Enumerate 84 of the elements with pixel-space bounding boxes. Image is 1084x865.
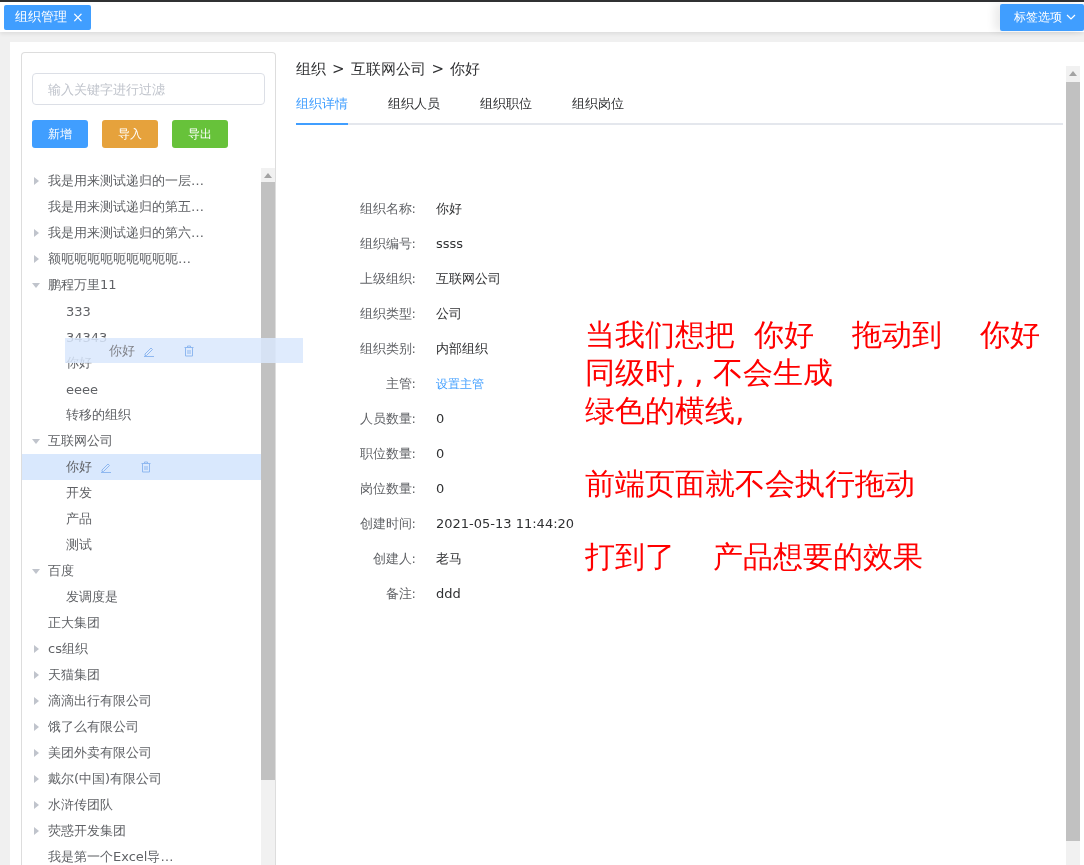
tree-item[interactable]: 我是用来测试递归的第五… <box>22 194 261 220</box>
caret-icon[interactable] <box>32 827 40 835</box>
tree-item[interactable]: 你好 <box>22 454 261 480</box>
delete-icon[interactable] <box>183 344 195 357</box>
field-label: 组织名称: <box>358 200 416 218</box>
caret-icon[interactable] <box>32 229 40 237</box>
tree-item[interactable]: 水浒传团队 <box>22 792 261 818</box>
scroll-up-icon[interactable] <box>1069 70 1077 76</box>
tree-item[interactable]: 我是第一个Excel导… <box>22 844 261 865</box>
field-label: 备注: <box>384 585 416 603</box>
tree-item[interactable]: 产品 <box>22 506 261 532</box>
field-value: 老马 <box>436 550 463 568</box>
annotation-text: 前端页面就不会执行拖动 <box>585 465 916 503</box>
chevron-down-icon[interactable] <box>1066 14 1076 20</box>
breadcrumb-item[interactable]: 互联网公司 <box>350 60 426 79</box>
caret-icon[interactable] <box>32 645 40 653</box>
tree-item[interactable]: 正大集团 <box>22 610 261 636</box>
tree-item[interactable]: 百度 <box>22 558 261 584</box>
tree-item[interactable]: 发调度是 <box>22 584 261 610</box>
caret-icon[interactable] <box>32 749 40 757</box>
tree-item[interactable]: 开发 <box>22 480 261 506</box>
caret-icon[interactable] <box>32 697 40 705</box>
tree-item[interactable]: 鹏程万里11 <box>22 272 261 298</box>
field-label: 职位数量: <box>358 445 416 463</box>
caret-icon[interactable] <box>32 775 40 783</box>
field-label: 人员数量: <box>358 410 416 428</box>
field-label: 岗位数量: <box>358 480 416 498</box>
tree-item[interactable]: 戴尔(中国)有限公司 <box>22 766 261 792</box>
field-label: 上级组织: <box>358 270 416 288</box>
caret-icon[interactable] <box>32 567 40 575</box>
field-value: ssss <box>436 235 465 253</box>
breadcrumb-separator: > <box>332 60 345 79</box>
tree-item[interactable]: eeee <box>22 376 261 402</box>
field-label: 创建时间: <box>358 515 416 533</box>
edit-icon[interactable] <box>100 461 112 473</box>
tree-item[interactable]: 饿了么有限公司 <box>22 714 261 740</box>
tree-item[interactable]: cs组织 <box>22 636 261 662</box>
annotation-text: 当我们想把 你好 拖动到 你好 <box>585 316 1041 354</box>
field-value: 0 <box>436 445 446 463</box>
field-label: 主管: <box>384 375 416 393</box>
caret-icon[interactable] <box>32 255 40 263</box>
caret-icon[interactable] <box>32 437 40 445</box>
field-value: 2021-05-13 11:44:20 <box>436 515 575 533</box>
caret-icon[interactable] <box>32 671 40 679</box>
scroll-up-icon[interactable] <box>264 172 272 178</box>
field-value: 互联网公司 <box>436 270 502 288</box>
caret-icon[interactable] <box>32 723 40 731</box>
field-label: 组织类别: <box>358 340 416 358</box>
field-value: 内部组织 <box>436 340 489 358</box>
field-value: ddd <box>436 585 462 603</box>
breadcrumb-item[interactable]: 组织 <box>296 60 326 79</box>
annotation-text: 绿色的横线, <box>585 392 746 430</box>
field-value: 你好 <box>436 200 463 218</box>
annotation-text: 打到了 产品想要的效果 <box>585 538 925 576</box>
tree-item[interactable]: 互联网公司 <box>22 428 261 454</box>
tree-item[interactable]: 测试 <box>22 532 261 558</box>
tab[interactable]: 组织职位 <box>480 95 532 125</box>
tab[interactable]: 组织人员 <box>388 95 440 125</box>
scrollbar[interactable] <box>261 168 275 865</box>
tree-item[interactable]: 美团外卖有限公司 <box>22 740 261 766</box>
field-label: 组织类型: <box>358 305 416 323</box>
tree-item[interactable]: 荧惑开发集团 <box>22 818 261 844</box>
tree-item[interactable]: 天猫集团 <box>22 662 261 688</box>
tab[interactable]: 组织岗位 <box>572 95 624 125</box>
tree-item[interactable]: 额呃呃呃呃呃呃呃呃呃… <box>22 246 261 272</box>
field-value: 公司 <box>436 305 463 323</box>
caret-icon[interactable] <box>32 281 40 289</box>
breadcrumb-item: 你好 <box>450 60 481 79</box>
caret-icon[interactable] <box>32 801 40 809</box>
field-label: 组织编号: <box>358 235 416 253</box>
annotation-text: 同级时, , 不会生成 <box>585 354 835 392</box>
scrollbar[interactable] <box>1066 66 1080 865</box>
field-value: 0 <box>436 410 446 428</box>
delete-icon[interactable] <box>140 461 152 473</box>
tree-item[interactable]: 我是用来测试递归的第六… <box>22 220 261 246</box>
caret-icon[interactable] <box>32 177 40 185</box>
filter-field[interactable]: 输入关键字进行过滤 <box>32 73 265 105</box>
tree-item[interactable]: 333 <box>22 298 261 324</box>
tree-item[interactable]: 转移的组织 <box>22 402 261 428</box>
tree-item[interactable]: 滴滴出行有限公司 <box>22 688 261 714</box>
field-value: 0 <box>436 480 446 498</box>
field-label: 创建人: <box>371 550 416 568</box>
tree-item[interactable]: 我是用来测试递归的一层… <box>22 168 261 194</box>
breadcrumb-separator: > <box>431 60 445 79</box>
